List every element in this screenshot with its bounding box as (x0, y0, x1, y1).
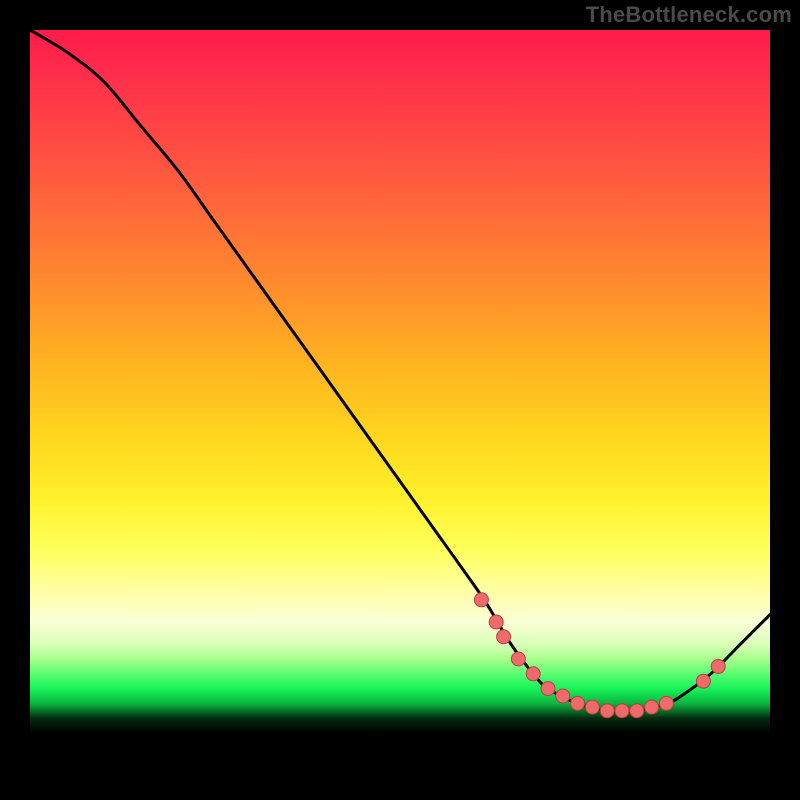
data-point (489, 615, 503, 629)
curve-layer (30, 30, 770, 770)
data-point (474, 593, 488, 607)
chart-frame: TheBottleneck.com (0, 0, 800, 800)
data-point (526, 667, 540, 681)
data-point (571, 696, 585, 710)
data-point (696, 674, 710, 688)
data-point (615, 704, 629, 718)
data-point (659, 696, 673, 710)
data-point (556, 689, 570, 703)
data-point (645, 700, 659, 714)
plot-area (30, 30, 770, 770)
bottleneck-curve (30, 30, 770, 712)
data-point (600, 704, 614, 718)
data-point (630, 704, 644, 718)
data-point (711, 659, 725, 673)
curve-markers (474, 593, 725, 718)
data-point (585, 700, 599, 714)
data-point (541, 682, 555, 696)
watermark-text: TheBottleneck.com (586, 2, 792, 28)
data-point (511, 652, 525, 666)
data-point (497, 630, 511, 644)
